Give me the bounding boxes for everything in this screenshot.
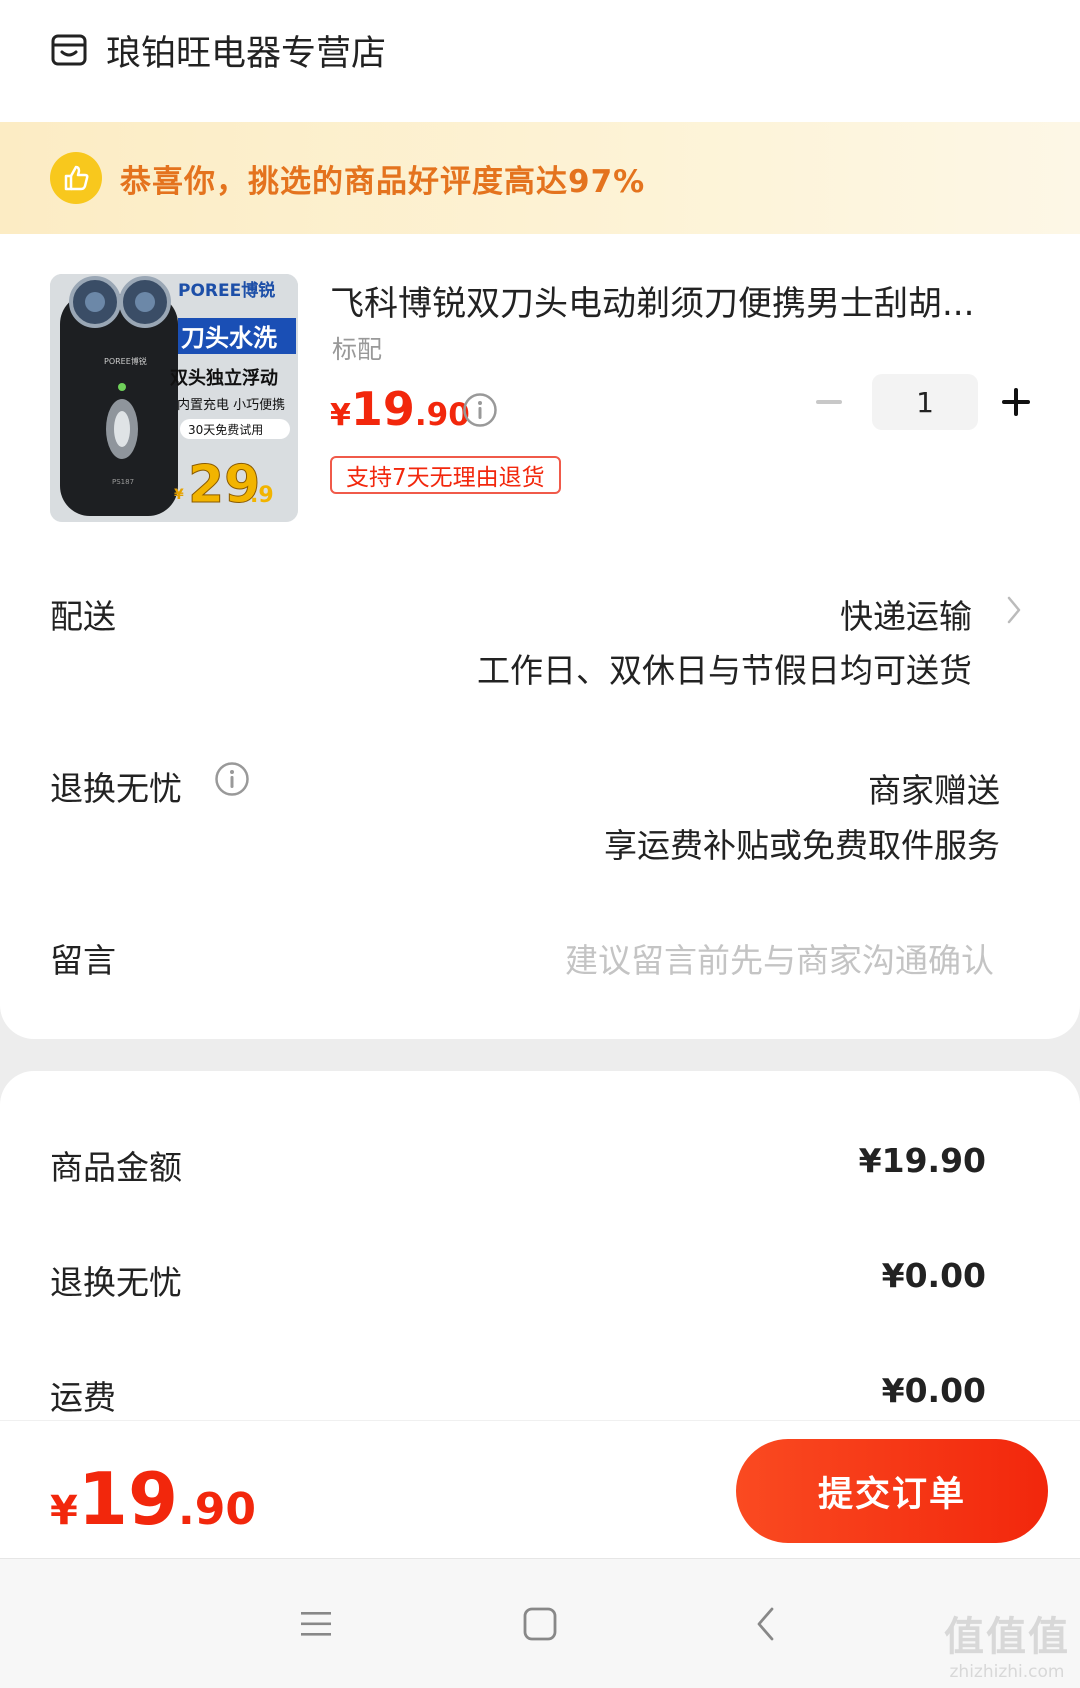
summary-label-return: 退换无忧 (50, 1263, 182, 1302)
summary-value-return: ¥0.00 (881, 1256, 986, 1295)
product-image-trial: 30天免费试用 (188, 422, 263, 437)
price-info-icon[interactable] (462, 392, 498, 428)
chevron-right-icon[interactable] (1004, 594, 1024, 626)
quantity-value[interactable]: 1 (872, 374, 978, 430)
product-image-line1: 双头独立浮动 (170, 367, 278, 389)
return-service-note: 享运费补贴或免费取件服务 (604, 826, 1000, 865)
shaver-model-label: PS187 (112, 478, 134, 486)
menu-icon[interactable] (286, 1599, 346, 1649)
product-image[interactable]: POREE博锐 PS187 POREE博锐 刀头水洗 双头独立浮动 内置充电 小… (50, 274, 298, 522)
delivery-method[interactable]: 快递运输 (840, 590, 972, 638)
delivery-label: 配送 (50, 597, 116, 636)
return-service-value: 商家赠送 (868, 771, 1000, 810)
shop-header[interactable]: 琅铂旺电器专营店 (0, 0, 1080, 122)
price-integer: 19 (350, 382, 415, 436)
message-label: 留言 (50, 941, 116, 980)
product-image-price-currency: ¥ (174, 487, 184, 503)
return-policy-tag: 支持7天无理由退货 (330, 456, 561, 494)
thumbs-up-icon (50, 152, 102, 204)
watermark: 值值值 zhizhizhi.com (944, 1604, 1070, 1682)
delivery-note: 工作日、双休日与节假日均可送货 (477, 651, 972, 690)
rating-banner: 恭喜你，挑选的商品好评度高达97% (0, 122, 1080, 234)
total-currency: ¥ (50, 1488, 78, 1534)
summary-label-shipping: 运费 (50, 1378, 116, 1417)
return-info-icon[interactable] (214, 761, 250, 797)
shaver-brand-label: POREE博锐 (104, 356, 147, 366)
shop-icon (51, 34, 87, 66)
product-image-price-decimal: .9 (250, 483, 274, 508)
product-price: ¥ 19 .90 (330, 382, 470, 436)
back-icon[interactable] (736, 1599, 796, 1649)
product-image-brand: POREE博锐 (178, 280, 275, 301)
quantity-stepper: 1 (812, 374, 1032, 430)
order-confirm-page: 琅铂旺电器专营店 恭喜你，挑选的商品好评度高达97% POREE博锐 PS187… (0, 0, 1080, 1688)
product-image-line2: 内置充电 小巧便携 (177, 397, 285, 413)
system-nav-bar: 值值值 zhizhizhi.com (0, 1558, 1080, 1688)
summary-label-goods: 商品金额 (50, 1148, 182, 1187)
watermark-logo: 值值值 (944, 1614, 1070, 1660)
total-integer: 19 (77, 1457, 179, 1541)
home-icon[interactable] (510, 1599, 570, 1649)
summary-value-shipping: ¥0.00 (881, 1371, 986, 1410)
message-input[interactable]: 建议留言前先与商家沟通确认 (565, 934, 994, 982)
total-price: ¥ 19 .90 (50, 1457, 256, 1541)
rating-banner-text: 恭喜你，挑选的商品好评度高达97% (120, 163, 646, 200)
product-title[interactable]: 飞科博锐双刀头电动剃须刀便携男士刮胡... (330, 276, 1030, 325)
order-item-card: POREE博锐 PS187 POREE博锐 刀头水洗 双头独立浮动 内置充电 小… (0, 234, 1080, 1039)
checkout-bar: ¥ 19 .90 提交订单 (0, 1420, 1080, 1558)
summary-value-goods: ¥19.90 (858, 1141, 986, 1180)
total-decimal: .90 (178, 1484, 256, 1535)
return-service-label: 退换无忧 (50, 769, 182, 808)
submit-order-button[interactable]: 提交订单 (736, 1439, 1048, 1543)
product-image-headline: 刀头水洗 (181, 324, 277, 352)
shop-name: 琅铂旺电器专营店 (106, 33, 387, 74)
watermark-url: zhizhizhi.com (949, 1662, 1065, 1682)
quantity-decrease-button[interactable] (812, 384, 846, 420)
product-spec[interactable]: 标配 (332, 330, 382, 366)
quantity-increase-button[interactable] (998, 384, 1032, 420)
price-currency: ¥ (330, 398, 351, 433)
